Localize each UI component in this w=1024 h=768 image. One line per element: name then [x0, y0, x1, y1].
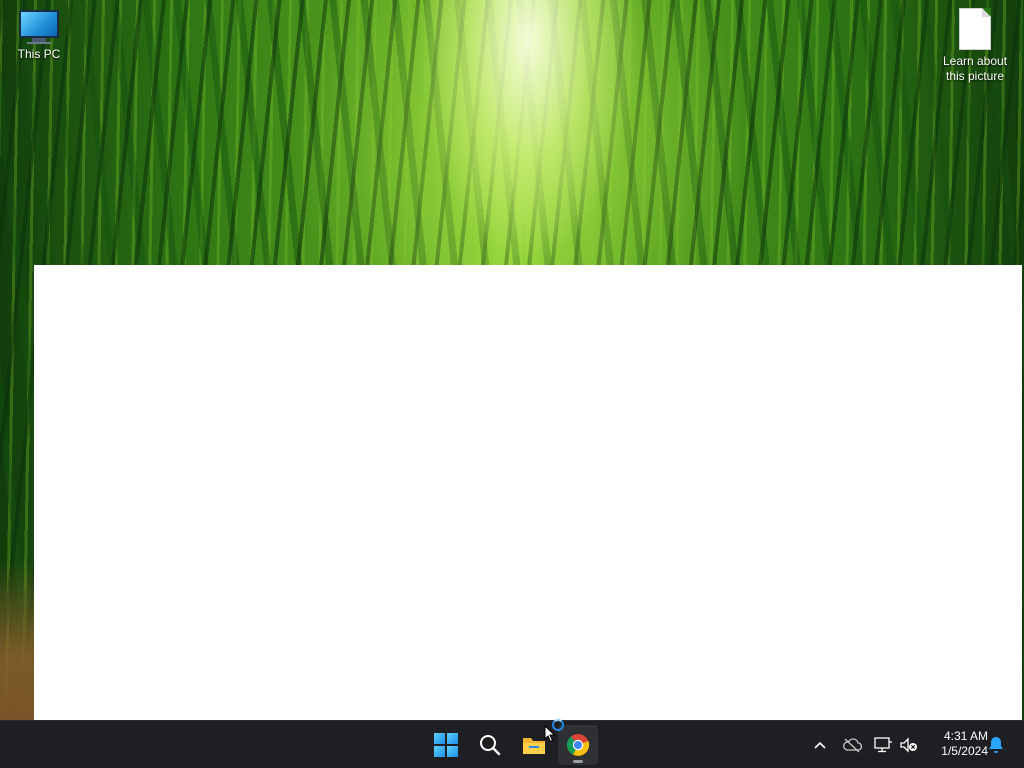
- desktop-icon-label: This PC: [17, 47, 61, 61]
- volume-tray-button[interactable]: [899, 735, 919, 755]
- network-tray-button[interactable]: [873, 735, 893, 755]
- search-icon: [480, 735, 501, 756]
- taskbar-clock[interactable]: 4:31 AM 1/5/2024: [926, 729, 988, 759]
- chevron-up-icon: [814, 741, 826, 749]
- onedrive-offline-icon: [843, 738, 862, 753]
- onedrive-tray-button[interactable]: [842, 735, 862, 755]
- search-button[interactable]: [470, 725, 510, 765]
- document-icon: [936, 8, 1014, 50]
- chrome-icon: [566, 734, 590, 756]
- start-button[interactable]: [426, 725, 466, 765]
- mouse-cursor-icon: [544, 725, 556, 743]
- blank-app-window[interactable]: [34, 265, 1022, 720]
- desktop-icon-label: Learn about this picture: [942, 54, 1008, 83]
- clock-date: 1/5/2024: [941, 744, 988, 758]
- desktop-icon-learn-about-picture[interactable]: Learn about this picture: [936, 8, 1014, 84]
- chrome-button[interactable]: [558, 725, 598, 765]
- show-hidden-icons-button[interactable]: [810, 735, 830, 755]
- monitor-icon: [0, 10, 78, 44]
- notification-center-button[interactable]: [986, 735, 1006, 755]
- desktop-icon-this-pc[interactable]: This PC: [0, 10, 78, 62]
- clock-time: 4:31 AM: [943, 729, 988, 743]
- running-indicator: [573, 760, 583, 763]
- windows-logo-icon: [434, 733, 458, 757]
- network-icon: [874, 737, 892, 753]
- notification-bell-icon: [989, 737, 1003, 753]
- taskbar: 4:31 AM 1/5/2024: [0, 720, 1024, 768]
- volume-muted-icon: [900, 737, 917, 753]
